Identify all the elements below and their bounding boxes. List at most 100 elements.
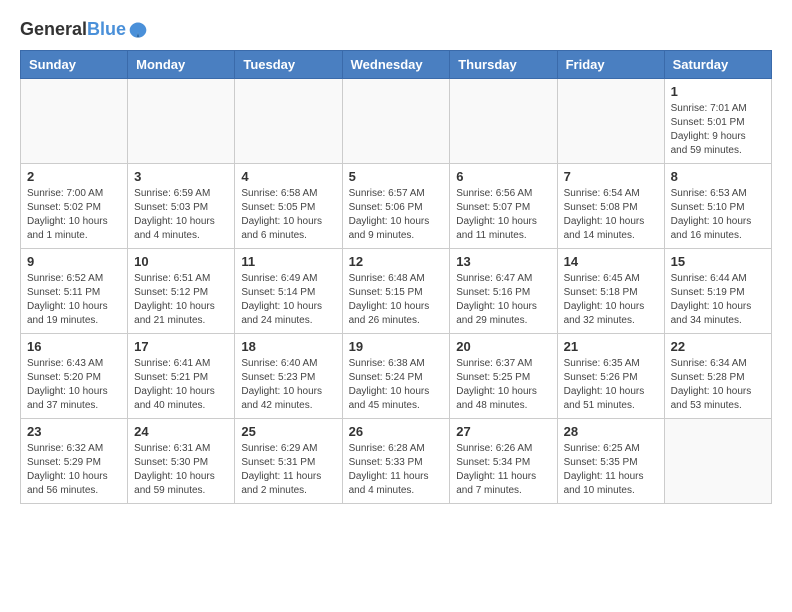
- day-number: 12: [349, 254, 444, 269]
- day-cell: 14 Sunrise: 6:45 AMSunset: 5:18 PMDayligh…: [557, 249, 664, 334]
- day-cell: 8 Sunrise: 6:53 AMSunset: 5:10 PMDaylight…: [664, 164, 771, 249]
- day-cell: 6 Sunrise: 6:56 AMSunset: 5:07 PMDaylight…: [450, 164, 557, 249]
- day-number: 20: [456, 339, 550, 354]
- day-cell: [557, 79, 664, 164]
- day-info: Sunrise: 6:40 AMSunset: 5:23 PMDaylight:…: [241, 357, 335, 413]
- day-cell: [235, 79, 342, 164]
- header-sunday: Sunday: [21, 51, 128, 79]
- day-number: 22: [671, 339, 765, 354]
- day-number: 1: [671, 84, 765, 99]
- day-cell: 24 Sunrise: 6:31 AMSunset: 5:30 PMDayligh…: [128, 419, 235, 504]
- day-number: 2: [27, 169, 121, 184]
- day-number: 3: [134, 169, 228, 184]
- day-cell: 5 Sunrise: 6:57 AMSunset: 5:06 PMDaylight…: [342, 164, 450, 249]
- day-cell: 3 Sunrise: 6:59 AMSunset: 5:03 PMDaylight…: [128, 164, 235, 249]
- day-cell: 25 Sunrise: 6:29 AMSunset: 5:31 PMDayligh…: [235, 419, 342, 504]
- day-info: Sunrise: 6:35 AMSunset: 5:26 PMDaylight:…: [564, 357, 658, 413]
- day-info: Sunrise: 6:59 AMSunset: 5:03 PMDaylight:…: [134, 187, 228, 243]
- logo-icon: [128, 20, 148, 40]
- day-info: Sunrise: 6:49 AMSunset: 5:14 PMDaylight:…: [241, 272, 335, 328]
- day-info: Sunrise: 6:44 AMSunset: 5:19 PMDaylight:…: [671, 272, 765, 328]
- day-number: 19: [349, 339, 444, 354]
- logo: GeneralBlue: [20, 20, 148, 40]
- day-info: Sunrise: 6:28 AMSunset: 5:33 PMDaylight:…: [349, 442, 444, 498]
- week-row-5: 23Sunrise: 6:32 AMSunset: 5:29 PMDayligh…: [21, 419, 772, 504]
- day-info: Sunrise: 7:01 AMSunset: 5:01 PMDaylight:…: [671, 102, 765, 158]
- day-info: Sunrise: 6:43 AMSunset: 5:20 PMDaylight:…: [27, 357, 121, 413]
- day-info: Sunrise: 6:47 AMSunset: 5:16 PMDaylight:…: [456, 272, 550, 328]
- day-cell: 12 Sunrise: 6:48 AMSunset: 5:15 PMDayligh…: [342, 249, 450, 334]
- header-saturday: Saturday: [664, 51, 771, 79]
- day-cell: 19 Sunrise: 6:38 AMSunset: 5:24 PMDayligh…: [342, 334, 450, 419]
- day-cell: 27 Sunrise: 6:26 AMSunset: 5:34 PMDayligh…: [450, 419, 557, 504]
- day-cell: [664, 419, 771, 504]
- day-number: 15: [671, 254, 765, 269]
- week-row-2: 2 Sunrise: 7:00 AMSunset: 5:02 PMDaylight…: [21, 164, 772, 249]
- day-cell: 11 Sunrise: 6:49 AMSunset: 5:14 PMDayligh…: [235, 249, 342, 334]
- day-cell: [450, 79, 557, 164]
- day-cell: 23Sunrise: 6:32 AMSunset: 5:29 PMDayligh…: [21, 419, 128, 504]
- day-number: 21: [564, 339, 658, 354]
- day-info: Sunrise: 6:53 AMSunset: 5:10 PMDaylight:…: [671, 187, 765, 243]
- day-number: 25: [241, 424, 335, 439]
- day-number: 13: [456, 254, 550, 269]
- day-number: 6: [456, 169, 550, 184]
- day-info: Sunrise: 6:25 AMSunset: 5:35 PMDaylight:…: [564, 442, 658, 498]
- day-number: 5: [349, 169, 444, 184]
- day-info: Sunrise: 6:31 AMSunset: 5:30 PMDaylight:…: [134, 442, 228, 498]
- day-cell: 13 Sunrise: 6:47 AMSunset: 5:16 PMDayligh…: [450, 249, 557, 334]
- day-number: 18: [241, 339, 335, 354]
- day-info: Sunrise: 6:57 AMSunset: 5:06 PMDaylight:…: [349, 187, 444, 243]
- day-number: 8: [671, 169, 765, 184]
- day-number: 28: [564, 424, 658, 439]
- day-number: 11: [241, 254, 335, 269]
- day-info: Sunrise: 6:29 AMSunset: 5:31 PMDaylight:…: [241, 442, 335, 498]
- day-info: Sunrise: 6:58 AMSunset: 5:05 PMDaylight:…: [241, 187, 335, 243]
- day-info: Sunrise: 6:38 AMSunset: 5:24 PMDaylight:…: [349, 357, 444, 413]
- header: GeneralBlue: [20, 20, 772, 40]
- day-info: Sunrise: 6:41 AMSunset: 5:21 PMDaylight:…: [134, 357, 228, 413]
- day-number: 17: [134, 339, 228, 354]
- day-cell: [21, 79, 128, 164]
- day-info: Sunrise: 6:54 AMSunset: 5:08 PMDaylight:…: [564, 187, 658, 243]
- day-cell: [128, 79, 235, 164]
- day-cell: 22 Sunrise: 6:34 AMSunset: 5:28 PMDayligh…: [664, 334, 771, 419]
- day-cell: 10 Sunrise: 6:51 AMSunset: 5:12 PMDayligh…: [128, 249, 235, 334]
- day-cell: 15 Sunrise: 6:44 AMSunset: 5:19 PMDayligh…: [664, 249, 771, 334]
- day-number: 26: [349, 424, 444, 439]
- day-cell: 2 Sunrise: 7:00 AMSunset: 5:02 PMDaylight…: [21, 164, 128, 249]
- day-info: Sunrise: 6:26 AMSunset: 5:34 PMDaylight:…: [456, 442, 550, 498]
- header-tuesday: Tuesday: [235, 51, 342, 79]
- calendar: SundayMondayTuesdayWednesdayThursdayFrid…: [20, 50, 772, 504]
- day-cell: [342, 79, 450, 164]
- day-cell: 7Sunrise: 6:54 AMSunset: 5:08 PMDaylight…: [557, 164, 664, 249]
- day-info: Sunrise: 6:34 AMSunset: 5:28 PMDaylight:…: [671, 357, 765, 413]
- day-cell: 21 Sunrise: 6:35 AMSunset: 5:26 PMDayligh…: [557, 334, 664, 419]
- week-row-4: 16Sunrise: 6:43 AMSunset: 5:20 PMDayligh…: [21, 334, 772, 419]
- day-info: Sunrise: 6:51 AMSunset: 5:12 PMDaylight:…: [134, 272, 228, 328]
- day-cell: 4 Sunrise: 6:58 AMSunset: 5:05 PMDaylight…: [235, 164, 342, 249]
- day-info: Sunrise: 7:00 AMSunset: 5:02 PMDaylight:…: [27, 187, 121, 243]
- day-info: Sunrise: 6:56 AMSunset: 5:07 PMDaylight:…: [456, 187, 550, 243]
- day-number: 23: [27, 424, 121, 439]
- header-friday: Friday: [557, 51, 664, 79]
- day-cell: 9 Sunrise: 6:52 AMSunset: 5:11 PMDaylight…: [21, 249, 128, 334]
- day-number: 24: [134, 424, 228, 439]
- day-info: Sunrise: 6:48 AMSunset: 5:15 PMDaylight:…: [349, 272, 444, 328]
- day-number: 27: [456, 424, 550, 439]
- day-cell: 1 Sunrise: 7:01 AMSunset: 5:01 PMDaylight…: [664, 79, 771, 164]
- day-number: 4: [241, 169, 335, 184]
- day-number: 10: [134, 254, 228, 269]
- day-info: Sunrise: 6:52 AMSunset: 5:11 PMDaylight:…: [27, 272, 121, 328]
- week-row-1: 1 Sunrise: 7:01 AMSunset: 5:01 PMDaylight…: [21, 79, 772, 164]
- day-number: 9: [27, 254, 121, 269]
- day-cell: 26 Sunrise: 6:28 AMSunset: 5:33 PMDayligh…: [342, 419, 450, 504]
- week-row-3: 9 Sunrise: 6:52 AMSunset: 5:11 PMDaylight…: [21, 249, 772, 334]
- day-number: 14: [564, 254, 658, 269]
- day-cell: 18 Sunrise: 6:40 AMSunset: 5:23 PMDayligh…: [235, 334, 342, 419]
- header-monday: Monday: [128, 51, 235, 79]
- day-cell: 16Sunrise: 6:43 AMSunset: 5:20 PMDayligh…: [21, 334, 128, 419]
- day-info: Sunrise: 6:45 AMSunset: 5:18 PMDaylight:…: [564, 272, 658, 328]
- day-cell: 28 Sunrise: 6:25 AMSunset: 5:35 PMDayligh…: [557, 419, 664, 504]
- day-cell: 17 Sunrise: 6:41 AMSunset: 5:21 PMDayligh…: [128, 334, 235, 419]
